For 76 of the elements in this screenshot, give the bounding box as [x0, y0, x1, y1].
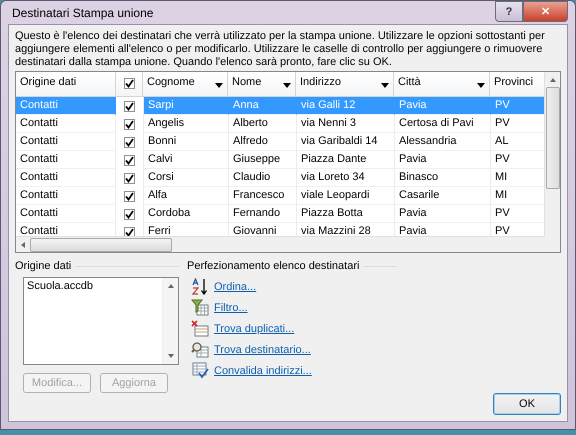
horizontal-scrollbar[interactable]: [16, 236, 544, 252]
sort-az-icon: [191, 278, 209, 295]
refine-link[interactable]: Ordina...: [214, 280, 256, 292]
table-row[interactable]: Contatti Corsi Claudio via Loreto 34 Binasco MI: [16, 169, 544, 187]
table-cell: Binasco: [395, 169, 491, 187]
table-cell: Casarile: [395, 187, 491, 205]
table-row[interactable]: Contatti Cordoba Fernando Piazza Botta Pavia PV: [16, 205, 544, 223]
table-cell: Fernando: [229, 205, 297, 223]
table-row[interactable]: Contatti Calvi Giuseppe Piazza Dante Pavia PV: [16, 151, 544, 169]
table-cell: Angelis: [144, 115, 229, 133]
table-cell: Certosa di Pavi: [395, 115, 491, 133]
table-cell: Calvi: [144, 151, 229, 169]
vertical-scrollbar[interactable]: [544, 72, 560, 236]
refine-link[interactable]: Trova duplicati...: [214, 322, 294, 334]
scroll-down-arrow-icon[interactable]: [166, 353, 174, 359]
filter-icon: [191, 299, 209, 316]
table-cell: Piazza Dante: [297, 151, 395, 169]
table-cell: via Loreto 34: [297, 169, 395, 187]
ok-button[interactable]: OK: [493, 393, 561, 415]
scroll-up-arrow-icon[interactable]: [548, 77, 556, 83]
refine-link[interactable]: Filtro...: [214, 302, 248, 314]
column-header[interactable]: Origine dati: [16, 72, 116, 97]
table-cell: Bonni: [144, 133, 229, 151]
table-cell: viale Leopardi: [297, 187, 395, 205]
table-cell: Anna: [229, 97, 297, 115]
validate-list-icon: [191, 362, 209, 379]
row-checkbox[interactable]: [124, 100, 135, 112]
row-checkbox[interactable]: [124, 118, 135, 130]
row-checkbox[interactable]: [124, 172, 135, 184]
table-cell: via Galli 12: [297, 97, 395, 115]
duplicates-icon: [191, 320, 209, 337]
scroll-up-arrow-icon[interactable]: [166, 283, 174, 289]
refine-link[interactable]: Convalida indirizzi...: [214, 364, 312, 376]
table-cell: Pavia: [395, 97, 491, 115]
select-all-checkbox[interactable]: [124, 78, 134, 89]
data-source-list[interactable]: Scuola.accdb: [23, 277, 179, 365]
table-cell: Francesco: [229, 187, 297, 205]
dropdown-arrow-icon[interactable]: [215, 83, 223, 88]
group-title: Origine dati: [15, 260, 72, 272]
table-cell: Giuseppe: [229, 151, 297, 169]
row-checkbox[interactable]: [124, 154, 135, 166]
table-cell: Cordoba: [144, 205, 229, 223]
scroll-left-arrow-icon[interactable]: [20, 240, 26, 248]
column-header[interactable]: Indirizzo: [296, 72, 394, 97]
table-cell: Alessandria: [395, 133, 491, 151]
table-row[interactable]: Contatti Bonni Alfredo via Garibaldi 14 Alessandria AL: [16, 133, 544, 151]
dropdown-arrow-icon[interactable]: [477, 83, 485, 88]
refine-link[interactable]: Trova destinatario...: [214, 344, 311, 356]
column-header[interactable]: Nome: [228, 72, 296, 97]
table-cell: Pavia: [395, 151, 491, 169]
find-recipient-icon: [191, 341, 209, 358]
column-header[interactable]: Cognome: [143, 72, 228, 97]
column-header[interactable]: Città: [394, 72, 490, 97]
table-row[interactable]: Contatti Alfa Francesco viale Leopardi Casarile MI: [16, 187, 544, 205]
row-checkbox[interactable]: [124, 190, 135, 202]
group-title: Perfezionamento elenco destinatari: [187, 260, 360, 272]
window-title: Destinatari Stampa unione: [11, 6, 154, 20]
table-cell: Pavia: [395, 205, 491, 223]
table-cell: Alberto: [229, 115, 297, 133]
table-cell: Claudio: [229, 169, 297, 187]
table-cell: via Garibaldi 14: [297, 133, 395, 151]
table-cell: Piazza Botta: [297, 205, 395, 223]
table-cell: Corsi: [144, 169, 229, 187]
table-cell: Alfa: [144, 187, 229, 205]
row-checkbox[interactable]: [124, 136, 135, 148]
help-button[interactable]: ?: [495, 1, 523, 22]
dropdown-arrow-icon[interactable]: [381, 83, 389, 88]
table-cell: Sarpi: [144, 97, 229, 115]
instructions-text: Questo è l'elenco dei destinatari che verrà utilizzato per la stampa unione. Utilizzare le opzioni sottostanti per aggiungere elementi all'elenco o per modificarlo. Utilizzare le caselle di controllo per aggiungere o rimuovere destinatari dalla stampa unione. Quando l'elenco sarà pronto, fare clic su OK.: [15, 30, 546, 69]
row-checkbox[interactable]: [124, 226, 135, 236]
dropdown-arrow-icon[interactable]: [283, 83, 291, 88]
list-item[interactable]: Scuola.accdb: [27, 280, 159, 292]
table-row[interactable]: Contatti Angelis Alberto via Nenni 3 Certosa di Pavi PV: [16, 115, 544, 133]
table-cell: Alfredo: [229, 133, 297, 151]
row-checkbox[interactable]: [124, 208, 135, 220]
table-cell: via Nenni 3: [297, 115, 395, 133]
